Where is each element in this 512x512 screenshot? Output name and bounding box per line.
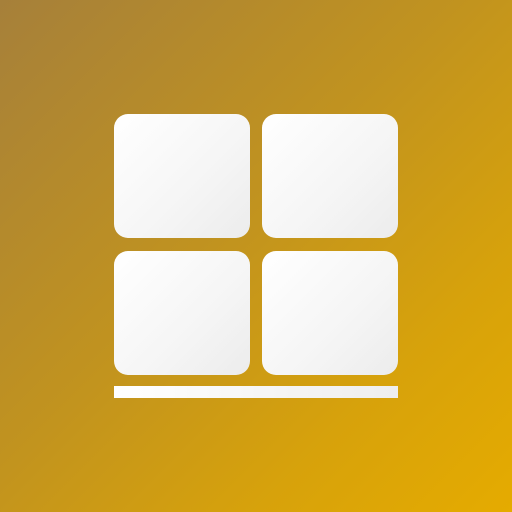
app-icon[interactable] bbox=[0, 0, 512, 512]
base-bar bbox=[114, 386, 398, 398]
tile-top-left bbox=[114, 114, 250, 238]
tile-bottom-right bbox=[262, 251, 398, 375]
tile-bottom-left bbox=[114, 251, 250, 375]
tile-top-right bbox=[262, 114, 398, 238]
